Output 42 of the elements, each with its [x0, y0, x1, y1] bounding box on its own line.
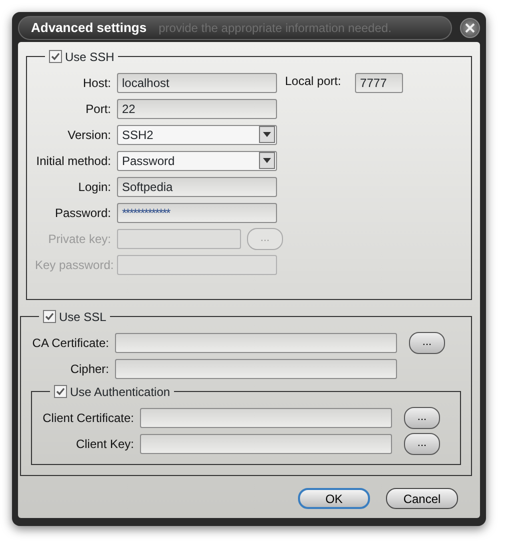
- field-label: Port:: [84, 100, 111, 118]
- checkbox[interactable]: [54, 385, 67, 398]
- dialog-button[interactable]: Cancel: [386, 488, 458, 509]
- browse-button[interactable]: ...: [409, 332, 445, 354]
- close-icon: [465, 23, 475, 33]
- browse-button[interactable]: ...: [404, 432, 440, 454]
- field-label: Cipher:: [69, 360, 109, 378]
- checkbox[interactable]: [49, 50, 62, 63]
- checkbox[interactable]: [43, 310, 56, 323]
- dropdown[interactable]: SSH2: [117, 124, 277, 144]
- input-field[interactable]: *************: [117, 202, 277, 222]
- field-label: CA Certificate:: [31, 334, 109, 352]
- checkbox-label: Use Authentication: [70, 386, 170, 398]
- input-field[interactable]: [115, 332, 397, 352]
- field-label: Local port:: [285, 73, 342, 90]
- input-field[interactable]: 7777: [355, 72, 404, 92]
- window-title: Advanced settings: [31, 19, 147, 38]
- close-button[interactable]: [460, 18, 480, 38]
- field-label: Client Key:: [74, 436, 134, 452]
- input-field[interactable]: [117, 228, 241, 248]
- field-label: Initial method:: [35, 152, 111, 170]
- dropdown-arrow-icon: [263, 132, 271, 137]
- field-label: Version:: [66, 126, 111, 144]
- field-label: Client Certificate:: [42, 410, 134, 426]
- field-label: Login:: [77, 178, 111, 196]
- input-field[interactable]: localhost: [117, 72, 277, 92]
- input-field[interactable]: [115, 358, 397, 378]
- field-label: Private key:: [47, 230, 111, 248]
- field-label: Password:: [54, 204, 111, 222]
- dropdown-arrow-icon: [263, 158, 271, 163]
- field-label: Host:: [82, 74, 111, 92]
- input-field[interactable]: [117, 254, 277, 274]
- input-field[interactable]: [140, 434, 392, 454]
- input-field[interactable]: [140, 408, 392, 428]
- checkbox-label: Use SSH: [65, 50, 114, 62]
- field-label: Key password:: [35, 256, 111, 274]
- input-field[interactable]: 22: [117, 98, 277, 118]
- browse-button[interactable]: ...: [404, 406, 440, 428]
- dropdown[interactable]: Password: [117, 150, 277, 170]
- dialog-button[interactable]: OK: [298, 488, 370, 509]
- input-field[interactable]: Softpedia: [117, 176, 277, 196]
- checkbox-label: Use SSL: [59, 310, 106, 322]
